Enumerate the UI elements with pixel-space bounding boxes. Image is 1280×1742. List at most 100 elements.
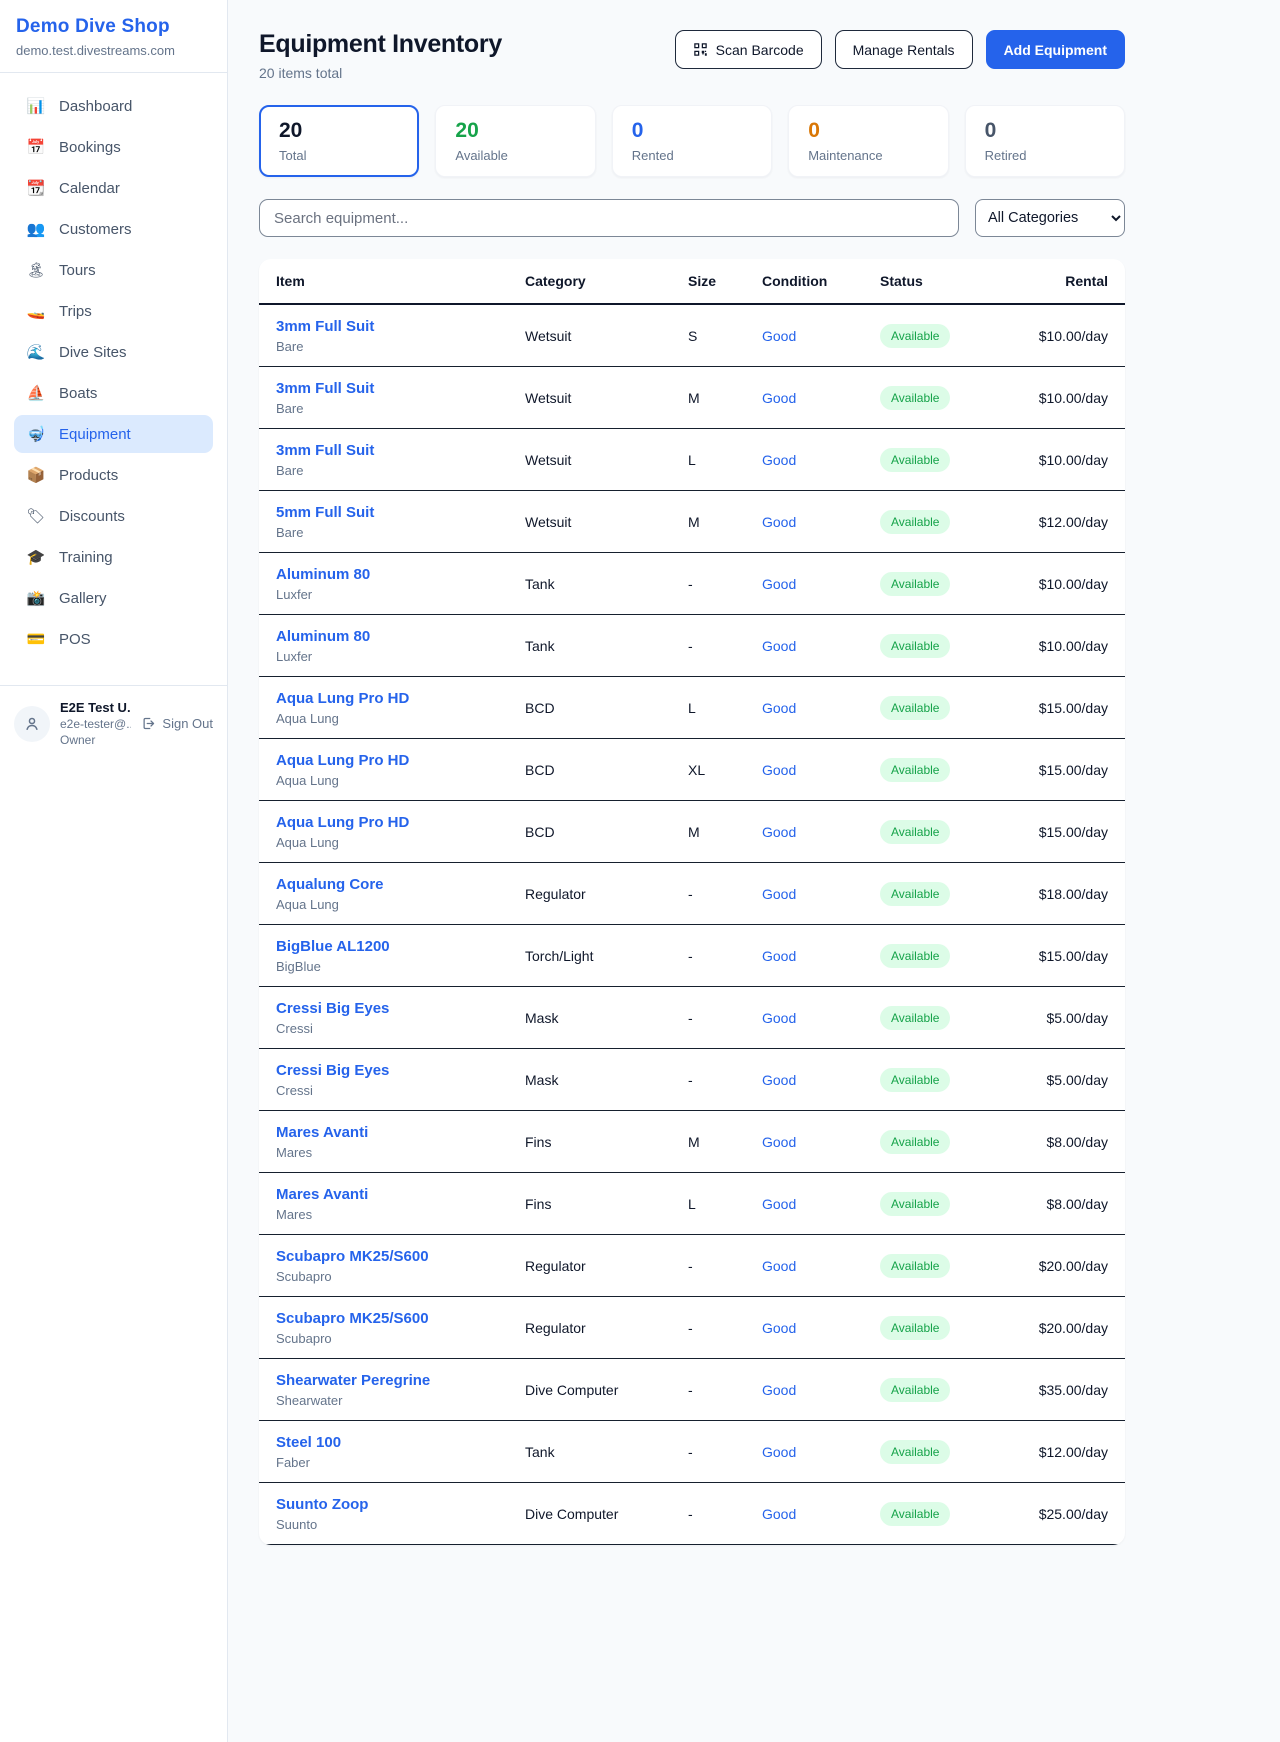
item-name-link[interactable]: Aqua Lung Pro HD [276,690,525,707]
sidebar-item-bookings[interactable]: 📅 Bookings [14,128,213,166]
table-row[interactable]: Cressi Big Eyes Cressi Mask - Good Avail… [259,987,1125,1049]
table-row[interactable]: Suunto Zoop Suunto Dive Computer - Good … [259,1483,1125,1545]
item-condition-link[interactable]: Good [762,948,880,964]
item-name-link[interactable]: Aqua Lung Pro HD [276,752,525,769]
item-name-link[interactable]: 3mm Full Suit [276,318,525,335]
item-name-link[interactable]: Suunto Zoop [276,1496,525,1513]
item-name-link[interactable]: Cressi Big Eyes [276,1062,525,1079]
item-brand: Aqua Lung [276,773,525,788]
table-row[interactable]: Steel 100 Faber Tank - Good Available $1… [259,1421,1125,1483]
stat-card-rented[interactable]: 0 Rented [612,105,772,177]
item-name-link[interactable]: Aqualung Core [276,876,525,893]
status-badge: Available [880,696,950,720]
item-condition-link[interactable]: Good [762,1196,880,1212]
item-brand: Aqua Lung [276,711,525,726]
status-badge: Available [880,1378,950,1402]
item-name-link[interactable]: Mares Avanti [276,1124,525,1141]
table-row[interactable]: 3mm Full Suit Bare Wetsuit L Good Availa… [259,429,1125,491]
sidebar-item-trips[interactable]: 🚤 Trips [14,292,213,330]
item-condition-link[interactable]: Good [762,1258,880,1274]
table-row[interactable]: 3mm Full Suit Bare Wetsuit S Good Availa… [259,305,1125,367]
table-header-row: Item Category Size Condition Status Rent… [259,259,1125,305]
table-row[interactable]: Aqua Lung Pro HD Aqua Lung BCD L Good Av… [259,677,1125,739]
item-condition-link[interactable]: Good [762,390,880,406]
item-size: - [688,638,762,654]
item-rental: $10.00/day [1025,638,1108,654]
sidebar-item-products[interactable]: 📦 Products [14,456,213,494]
search-input[interactable] [259,199,959,237]
item-condition-link[interactable]: Good [762,1010,880,1026]
item-condition-link[interactable]: Good [762,452,880,468]
table-row[interactable]: Shearwater Peregrine Shearwater Dive Com… [259,1359,1125,1421]
item-condition-link[interactable]: Good [762,1134,880,1150]
stat-value: 0 [632,119,752,143]
stat-card-retired[interactable]: 0 Retired [965,105,1125,177]
item-name-link[interactable]: Scubapro MK25/S600 [276,1248,525,1265]
item-name-link[interactable]: Mares Avanti [276,1186,525,1203]
item-name-link[interactable]: Cressi Big Eyes [276,1000,525,1017]
item-condition-link[interactable]: Good [762,1382,880,1398]
sidebar-item-dashboard[interactable]: 📊 Dashboard [14,87,213,125]
brand-name[interactable]: Demo Dive Shop [16,16,211,38]
item-name-link[interactable]: 5mm Full Suit [276,504,525,521]
sidebar-item-customers[interactable]: 👥 Customers [14,210,213,248]
item-category: BCD [525,700,688,716]
sidebar-item-boats[interactable]: ⛵ Boats [14,374,213,412]
table-row[interactable]: Aqua Lung Pro HD Aqua Lung BCD XL Good A… [259,739,1125,801]
sidebar-item-training[interactable]: 🎓 Training [14,538,213,576]
table-row[interactable]: Mares Avanti Mares Fins M Good Available… [259,1111,1125,1173]
item-condition-link[interactable]: Good [762,762,880,778]
table-row[interactable]: 3mm Full Suit Bare Wetsuit M Good Availa… [259,367,1125,429]
item-name-link[interactable]: 3mm Full Suit [276,380,525,397]
sidebar-item-gallery[interactable]: 📸 Gallery [14,579,213,617]
stat-card-available[interactable]: 20 Available [435,105,595,177]
table-row[interactable]: Scubapro MK25/S600 Scubapro Regulator - … [259,1297,1125,1359]
item-name-link[interactable]: Aluminum 80 [276,628,525,645]
item-condition-link[interactable]: Good [762,514,880,530]
table-row[interactable]: Aluminum 80 Luxfer Tank - Good Available… [259,553,1125,615]
sidebar-item-pos[interactable]: 💳 POS [14,620,213,658]
item-condition-link[interactable]: Good [762,1506,880,1522]
item-condition-link[interactable]: Good [762,824,880,840]
item-brand: Bare [276,463,525,478]
people-icon: 👥 [26,220,46,238]
item-condition-link[interactable]: Good [762,576,880,592]
sign-out-button[interactable]: Sign Out [141,716,213,731]
item-condition-link[interactable]: Good [762,1320,880,1336]
item-condition-link[interactable]: Good [762,328,880,344]
item-category: Torch/Light [525,948,688,964]
item-name-link[interactable]: Steel 100 [276,1434,525,1451]
table-row[interactable]: Mares Avanti Mares Fins L Good Available… [259,1173,1125,1235]
item-name-link[interactable]: Shearwater Peregrine [276,1372,525,1389]
item-condition-link[interactable]: Good [762,886,880,902]
item-condition-link[interactable]: Good [762,1072,880,1088]
sidebar-item-tours[interactable]: 🏝 Tours [14,251,213,289]
item-condition-link[interactable]: Good [762,638,880,654]
item-condition-link[interactable]: Good [762,1444,880,1460]
item-name-link[interactable]: Aqua Lung Pro HD [276,814,525,831]
sidebar-item-calendar[interactable]: 📆 Calendar [14,169,213,207]
add-equipment-button[interactable]: Add Equipment [986,30,1125,69]
manage-rentals-button[interactable]: Manage Rentals [835,30,973,69]
table-row[interactable]: BigBlue AL1200 BigBlue Torch/Light - Goo… [259,925,1125,987]
item-name-link[interactable]: BigBlue AL1200 [276,938,525,955]
item-name-link[interactable]: 3mm Full Suit [276,442,525,459]
item-rental: $20.00/day [1025,1320,1108,1336]
table-row[interactable]: 5mm Full Suit Bare Wetsuit M Good Availa… [259,491,1125,553]
sidebar-item-equipment[interactable]: 🤿 Equipment [14,415,213,453]
stat-card-total[interactable]: 20 Total [259,105,419,177]
item-condition-link[interactable]: Good [762,700,880,716]
table-row[interactable]: Scubapro MK25/S600 Scubapro Regulator - … [259,1235,1125,1297]
item-name-link[interactable]: Scubapro MK25/S600 [276,1310,525,1327]
scan-barcode-button[interactable]: Scan Barcode [675,30,822,69]
stat-card-maintenance[interactable]: 0 Maintenance [788,105,948,177]
table-row[interactable]: Cressi Big Eyes Cressi Mask - Good Avail… [259,1049,1125,1111]
table-row[interactable]: Aqualung Core Aqua Lung Regulator - Good… [259,863,1125,925]
sidebar-item-discounts[interactable]: 🏷 Discounts [14,497,213,535]
table-row[interactable]: Aqua Lung Pro HD Aqua Lung BCD M Good Av… [259,801,1125,863]
table-row[interactable]: Aluminum 80 Luxfer Tank - Good Available… [259,615,1125,677]
item-name-link[interactable]: Aluminum 80 [276,566,525,583]
category-select[interactable]: All Categories [975,199,1125,237]
sidebar-item-dive-sites[interactable]: 🌊 Dive Sites [14,333,213,371]
stat-label: Available [455,148,575,163]
